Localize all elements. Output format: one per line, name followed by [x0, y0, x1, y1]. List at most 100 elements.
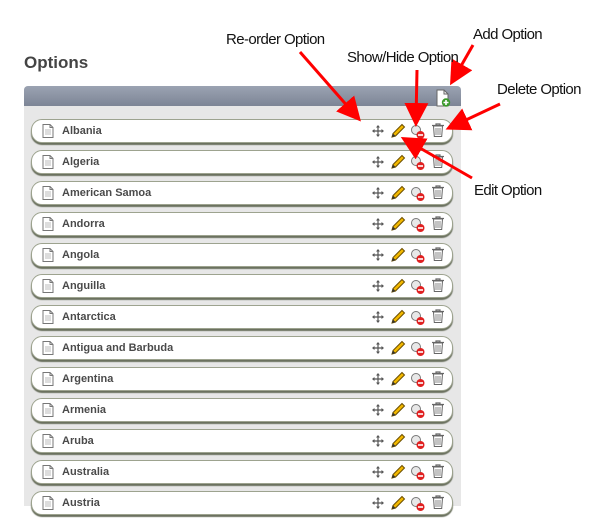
- pencil-icon[interactable]: [390, 340, 406, 356]
- pencil-icon[interactable]: [390, 154, 406, 170]
- show-hide-annotation: Show/Hide Option: [347, 49, 459, 66]
- trash-icon[interactable]: [430, 215, 446, 231]
- document-icon: [42, 248, 54, 262]
- option-row[interactable]: Anguilla: [31, 274, 453, 298]
- option-row[interactable]: Algeria: [31, 150, 453, 174]
- option-label: Albania: [62, 125, 102, 137]
- show-hide-icon[interactable]: [410, 310, 426, 326]
- move-icon[interactable]: [372, 434, 384, 447]
- document-icon: [42, 279, 54, 293]
- pencil-icon[interactable]: [390, 247, 406, 263]
- show-hide-icon[interactable]: [410, 155, 426, 171]
- reorder-annotation: Re-order Option: [226, 31, 325, 48]
- option-label: Antarctica: [62, 311, 116, 323]
- edit-annotation: Edit Option: [474, 182, 542, 199]
- document-icon: [42, 434, 54, 448]
- move-icon[interactable]: [372, 341, 384, 354]
- show-hide-icon[interactable]: [410, 434, 426, 450]
- move-icon[interactable]: [372, 248, 384, 261]
- document-icon: [42, 310, 54, 324]
- trash-icon[interactable]: [430, 463, 446, 479]
- option-row[interactable]: Australia: [31, 460, 453, 484]
- trash-icon[interactable]: [430, 339, 446, 355]
- document-icon: [42, 124, 54, 138]
- add-annotation: Add Option: [473, 26, 543, 43]
- option-row[interactable]: Austria: [31, 491, 453, 515]
- show-hide-icon[interactable]: [410, 403, 426, 419]
- pencil-icon[interactable]: [390, 402, 406, 418]
- pencil-icon[interactable]: [390, 433, 406, 449]
- pencil-icon[interactable]: [390, 464, 406, 480]
- pencil-icon[interactable]: [390, 216, 406, 232]
- pencil-icon[interactable]: [390, 278, 406, 294]
- show-hide-icon[interactable]: [410, 124, 426, 140]
- option-label: Algeria: [62, 156, 100, 168]
- document-icon: [42, 496, 54, 510]
- document-icon: [42, 372, 54, 386]
- option-label: Angola: [62, 249, 100, 261]
- option-label: Aruba: [62, 435, 94, 447]
- option-row[interactable]: American Samoa: [31, 181, 453, 205]
- move-icon[interactable]: [372, 124, 384, 137]
- show-hide-icon[interactable]: [410, 248, 426, 264]
- option-label: Antigua and Barbuda: [62, 342, 174, 354]
- move-icon[interactable]: [372, 186, 384, 199]
- move-icon[interactable]: [372, 465, 384, 478]
- pencil-icon[interactable]: [390, 371, 406, 387]
- move-icon[interactable]: [372, 155, 384, 168]
- pencil-icon[interactable]: [390, 185, 406, 201]
- show-hide-icon[interactable]: [410, 186, 426, 202]
- option-row[interactable]: Albania: [31, 119, 453, 143]
- option-row[interactable]: Aruba: [31, 429, 453, 453]
- options-panel: Albania Algeria American Samoa Andorra A…: [24, 86, 461, 515]
- trash-icon[interactable]: [430, 153, 446, 169]
- move-icon[interactable]: [372, 403, 384, 416]
- trash-icon[interactable]: [430, 246, 446, 262]
- move-icon[interactable]: [372, 496, 384, 509]
- option-label: Austria: [62, 497, 100, 509]
- show-hide-icon[interactable]: [410, 372, 426, 388]
- panel-header: [24, 86, 461, 106]
- trash-icon[interactable]: [430, 277, 446, 293]
- document-icon: [42, 465, 54, 479]
- option-row[interactable]: Antigua and Barbuda: [31, 336, 453, 360]
- option-row[interactable]: Antarctica: [31, 305, 453, 329]
- option-row[interactable]: Armenia: [31, 398, 453, 422]
- show-hide-icon[interactable]: [410, 217, 426, 233]
- pencil-icon[interactable]: [390, 495, 406, 511]
- option-label: American Samoa: [62, 187, 152, 199]
- option-label: Argentina: [62, 373, 114, 385]
- document-icon: [42, 403, 54, 417]
- trash-icon[interactable]: [430, 432, 446, 448]
- trash-icon[interactable]: [430, 494, 446, 510]
- pencil-icon[interactable]: [390, 123, 406, 139]
- show-hide-icon[interactable]: [410, 341, 426, 357]
- add-option-icon[interactable]: [435, 89, 451, 107]
- show-hide-icon[interactable]: [410, 496, 426, 512]
- trash-icon[interactable]: [430, 370, 446, 386]
- move-icon[interactable]: [372, 217, 384, 230]
- trash-icon[interactable]: [430, 308, 446, 324]
- option-row[interactable]: Andorra: [31, 212, 453, 236]
- option-label: Armenia: [62, 404, 107, 416]
- move-icon[interactable]: [372, 372, 384, 385]
- page-title: Options: [24, 53, 89, 72]
- move-icon[interactable]: [372, 310, 384, 323]
- document-icon: [42, 155, 54, 169]
- delete-annotation: Delete Option: [497, 81, 582, 98]
- show-hide-icon[interactable]: [410, 279, 426, 295]
- option-label: Andorra: [62, 218, 105, 230]
- option-label: Australia: [62, 466, 110, 478]
- option-row[interactable]: Angola: [31, 243, 453, 267]
- trash-icon[interactable]: [430, 401, 446, 417]
- trash-icon[interactable]: [430, 122, 446, 138]
- show-hide-icon[interactable]: [410, 465, 426, 481]
- move-icon[interactable]: [372, 279, 384, 292]
- option-label: Anguilla: [62, 280, 106, 292]
- document-icon: [42, 217, 54, 231]
- document-icon: [42, 341, 54, 355]
- pencil-icon[interactable]: [390, 309, 406, 325]
- trash-icon[interactable]: [430, 184, 446, 200]
- option-row[interactable]: Argentina: [31, 367, 453, 391]
- document-icon: [42, 186, 54, 200]
